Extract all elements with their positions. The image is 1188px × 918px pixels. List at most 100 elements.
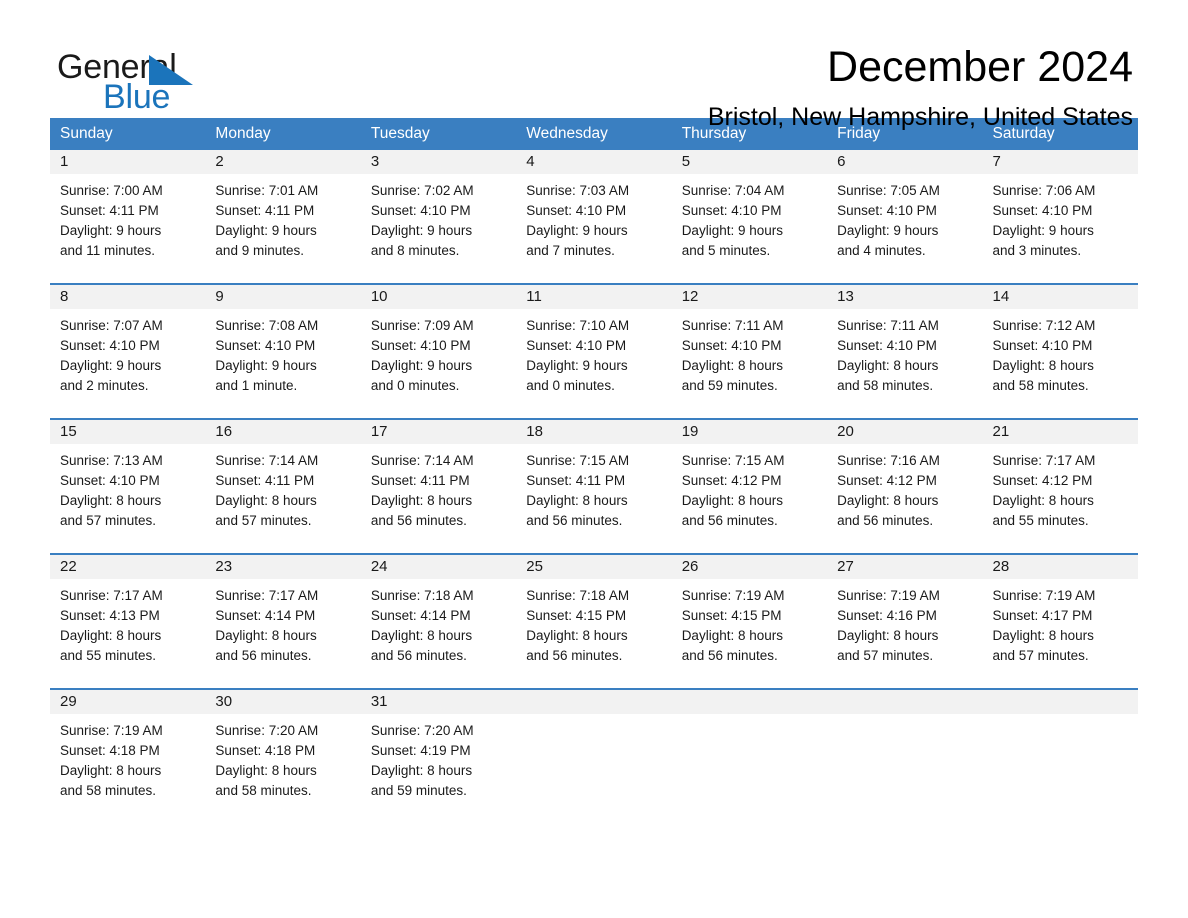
day-cell[interactable]: 14 Sunrise: 7:12 AM Sunset: 4:10 PM Dayl…: [982, 285, 1138, 418]
daylight-text-line2: and 58 minutes.: [215, 783, 312, 798]
day-cell[interactable]: 31 Sunrise: 7:20 AM Sunset: 4:19 PM Dayl…: [360, 690, 517, 823]
day-cell[interactable]: 16 Sunrise: 7:14 AM Sunset: 4:11 PM Dayl…: [205, 420, 361, 553]
day-details: Sunrise: 7:08 AM Sunset: 4:10 PM Dayligh…: [205, 309, 360, 396]
day-details: Sunrise: 7:09 AM Sunset: 4:10 PM Dayligh…: [361, 309, 516, 396]
day-number: 12: [681, 288, 699, 305]
day-cell[interactable]: 15 Sunrise: 7:13 AM Sunset: 4:10 PM Dayl…: [50, 420, 206, 553]
day-details: Sunrise: 7:04 AM Sunset: 4:10 PM Dayligh…: [672, 174, 827, 261]
day-details: Sunrise: 7:16 AM Sunset: 4:12 PM Dayligh…: [827, 444, 982, 531]
day-cell[interactable]: 4 Sunrise: 7:03 AM Sunset: 4:10 PM Dayli…: [516, 150, 672, 283]
day-details: Sunrise: 7:00 AM Sunset: 4:11 PM Dayligh…: [50, 174, 205, 261]
daylight-text-line2: and 59 minutes.: [370, 783, 467, 798]
day-number: 13: [837, 288, 854, 305]
daylight-text-line1: Daylight: 8 hours: [370, 763, 473, 778]
day-cell[interactable]: 2 Sunrise: 7:01 AM Sunset: 4:11 PM Dayli…: [205, 150, 361, 283]
day-cell[interactable]: 25 Sunrise: 7:18 AM Sunset: 4:15 PM Dayl…: [516, 555, 672, 688]
sunrise-text: Sunrise: 7:11 AM: [837, 318, 939, 333]
day-details: Sunrise: 7:18 AM Sunset: 4:15 PM Dayligh…: [516, 579, 671, 666]
day-cell[interactable]: 30 Sunrise: 7:20 AM Sunset: 4:18 PM Dayl…: [205, 690, 361, 823]
day-cell[interactable]: 12 Sunrise: 7:11 AM Sunset: 4:10 PM Dayl…: [671, 285, 828, 418]
day-number: 3: [370, 153, 380, 170]
daylight-text-line2: and 58 minutes.: [60, 783, 157, 798]
day-cell[interactable]: 21 Sunrise: 7:17 AM Sunset: 4:12 PM Dayl…: [982, 420, 1138, 553]
day-details: Sunrise: 7:20 AM Sunset: 4:19 PM Dayligh…: [361, 714, 516, 801]
sunrise-text: Sunrise: 7:18 AM: [526, 588, 630, 603]
day-number: 19: [681, 423, 699, 440]
sunrise-text: Sunrise: 7:13 AM: [60, 453, 163, 468]
day-cell[interactable]: 3 Sunrise: 7:02 AM Sunset: 4:10 PM Dayli…: [360, 150, 517, 283]
weekday-header-sunday: Sunday: [60, 125, 113, 142]
day-cell[interactable]: 7 Sunrise: 7:06 AM Sunset: 4:10 PM Dayli…: [982, 150, 1138, 283]
day-details: Sunrise: 7:17 AM Sunset: 4:13 PM Dayligh…: [50, 579, 205, 666]
day-details: Sunrise: 7:06 AM Sunset: 4:10 PM Dayligh…: [983, 174, 1138, 261]
general-blue-logo[interactable]: General Blue: [57, 48, 277, 118]
day-number-bar: [516, 690, 672, 714]
day-number-bar: 22: [50, 555, 206, 579]
day-cell[interactable]: 6 Sunrise: 7:05 AM Sunset: 4:10 PM Dayli…: [827, 150, 983, 283]
day-details: Sunrise: 7:18 AM Sunset: 4:14 PM Dayligh…: [361, 579, 516, 666]
day-number-bar: [827, 690, 983, 714]
sunset-text: Sunset: 4:10 PM: [681, 338, 782, 353]
day-number-bar: 12: [671, 285, 828, 309]
day-cell[interactable]: 20 Sunrise: 7:16 AM Sunset: 4:12 PM Dayl…: [827, 420, 983, 553]
day-number-bar: 6: [827, 150, 983, 174]
daylight-text-line2: and 8 minutes.: [370, 243, 460, 258]
day-cell[interactable]: 23 Sunrise: 7:17 AM Sunset: 4:14 PM Dayl…: [205, 555, 361, 688]
day-number-bar: [982, 690, 1138, 714]
daylight-text-line1: Daylight: 9 hours: [215, 223, 317, 238]
weekday-header-tuesday: Tuesday: [370, 125, 430, 142]
daylight-text-line2: and 58 minutes.: [837, 378, 934, 393]
daylight-text-line1: Daylight: 9 hours: [370, 223, 473, 238]
day-number: 7: [992, 153, 1001, 170]
day-details: Sunrise: 7:15 AM Sunset: 4:11 PM Dayligh…: [516, 444, 671, 531]
day-cell[interactable]: 10 Sunrise: 7:09 AM Sunset: 4:10 PM Dayl…: [360, 285, 517, 418]
sunset-text: Sunset: 4:13 PM: [60, 608, 160, 623]
sunrise-text: Sunrise: 7:15 AM: [681, 453, 785, 468]
day-number: 21: [992, 423, 1010, 440]
day-cell[interactable]: 26 Sunrise: 7:19 AM Sunset: 4:15 PM Dayl…: [671, 555, 828, 688]
sunrise-text: Sunrise: 7:03 AM: [526, 183, 630, 198]
day-cell[interactable]: 24 Sunrise: 7:18 AM Sunset: 4:14 PM Dayl…: [360, 555, 517, 688]
daylight-text-line1: Daylight: 8 hours: [681, 628, 783, 643]
day-cell[interactable]: 27 Sunrise: 7:19 AM Sunset: 4:16 PM Dayl…: [827, 555, 983, 688]
day-cell[interactable]: 9 Sunrise: 7:08 AM Sunset: 4:10 PM Dayli…: [205, 285, 361, 418]
day-number: 8: [60, 288, 69, 305]
calendar-page: General Blue December 2024 Bristol, New …: [0, 0, 1188, 918]
day-cell-empty: [671, 690, 828, 823]
day-cell[interactable]: 17 Sunrise: 7:14 AM Sunset: 4:11 PM Dayl…: [360, 420, 517, 553]
day-number-bar: 19: [671, 420, 828, 444]
day-number: 16: [215, 423, 233, 440]
day-number: 30: [215, 693, 233, 710]
daylight-text-line2: and 5 minutes.: [681, 243, 771, 258]
day-cell[interactable]: 19 Sunrise: 7:15 AM Sunset: 4:12 PM Dayl…: [671, 420, 828, 553]
daylight-text-line1: Daylight: 9 hours: [60, 223, 162, 238]
day-cell[interactable]: 28 Sunrise: 7:19 AM Sunset: 4:17 PM Dayl…: [982, 555, 1138, 688]
daylight-text-line1: Daylight: 9 hours: [60, 358, 162, 373]
daylight-text-line2: and 9 minutes.: [215, 243, 304, 258]
day-cell[interactable]: 8 Sunrise: 7:07 AM Sunset: 4:10 PM Dayli…: [50, 285, 206, 418]
daylight-text-line2: and 56 minutes.: [681, 648, 778, 663]
daylight-text-line1: Daylight: 8 hours: [526, 628, 628, 643]
daylight-text-line2: and 55 minutes.: [60, 648, 157, 663]
day-number-bar: 25: [516, 555, 672, 579]
day-cell[interactable]: 18 Sunrise: 7:15 AM Sunset: 4:11 PM Dayl…: [516, 420, 672, 553]
daylight-text-line1: Daylight: 9 hours: [526, 223, 628, 238]
sunrise-text: Sunrise: 7:05 AM: [837, 183, 940, 198]
sunset-text: Sunset: 4:12 PM: [837, 473, 937, 488]
sunset-text: Sunset: 4:15 PM: [681, 608, 782, 623]
day-number-bar: 14: [982, 285, 1138, 309]
sunrise-text: Sunrise: 7:20 AM: [370, 723, 474, 738]
day-cell[interactable]: 11 Sunrise: 7:10 AM Sunset: 4:10 PM Dayl…: [516, 285, 672, 418]
day-number-bar: 29: [50, 690, 206, 714]
day-cell[interactable]: 22 Sunrise: 7:17 AM Sunset: 4:13 PM Dayl…: [50, 555, 206, 688]
day-cell[interactable]: 13 Sunrise: 7:11 AM Sunset: 4:10 PM Dayl…: [827, 285, 983, 418]
day-number-bar: 23: [205, 555, 361, 579]
day-cell[interactable]: 5 Sunrise: 7:04 AM Sunset: 4:10 PM Dayli…: [671, 150, 828, 283]
sunset-text: Sunset: 4:11 PM: [370, 473, 470, 488]
daylight-text-line2: and 57 minutes.: [215, 513, 312, 528]
day-details: Sunrise: 7:14 AM Sunset: 4:11 PM Dayligh…: [361, 444, 516, 531]
daylight-text-line1: Daylight: 8 hours: [837, 628, 939, 643]
day-cell[interactable]: 29 Sunrise: 7:19 AM Sunset: 4:18 PM Dayl…: [50, 690, 206, 823]
day-cell[interactable]: 1 Sunrise: 7:00 AM Sunset: 4:11 PM Dayli…: [50, 150, 206, 283]
sunrise-text: Sunrise: 7:19 AM: [837, 588, 940, 603]
